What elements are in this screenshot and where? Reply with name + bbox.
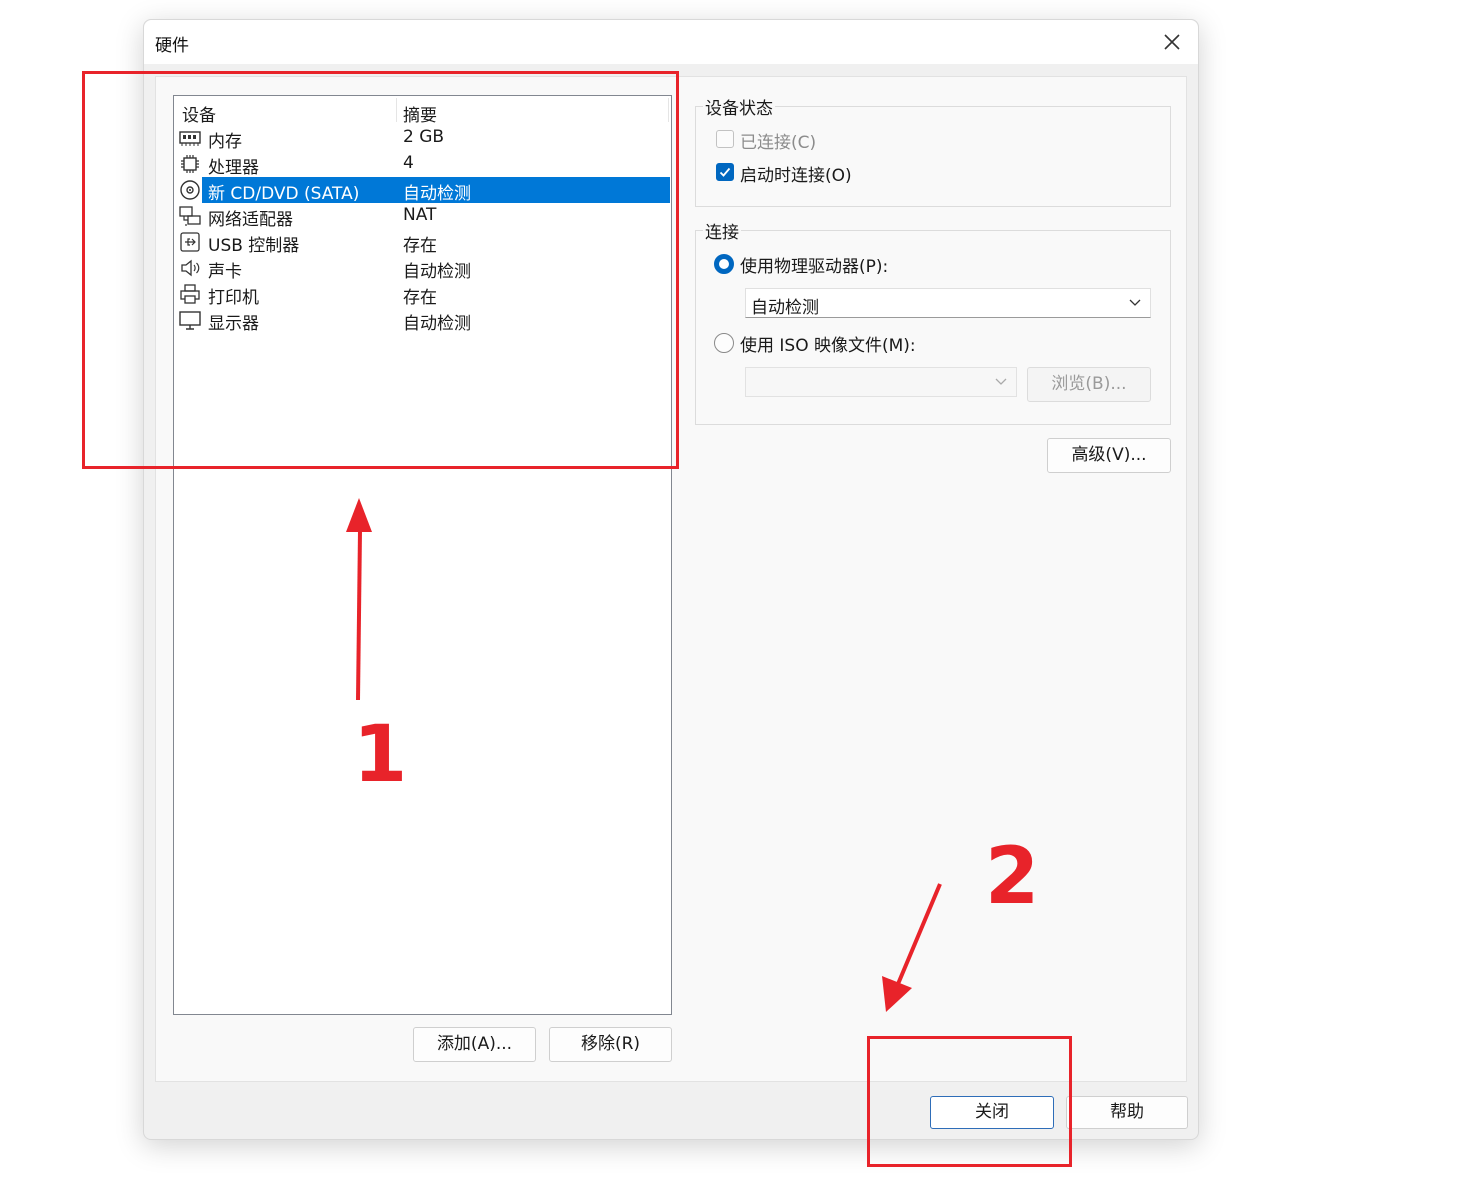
close-icon[interactable] <box>1158 28 1186 56</box>
annotation-box-close-button <box>867 1036 1072 1167</box>
connect-at-power-on-label[interactable]: 启动时连接(O) <box>740 161 852 186</box>
connected-checkbox <box>716 130 734 148</box>
device-status-label: 设备状态 <box>703 94 775 119</box>
checkmark-icon <box>719 167 731 177</box>
physical-drive-select[interactable]: 自动检测 <box>745 288 1151 318</box>
iso-image-radio[interactable] <box>714 333 734 353</box>
chevron-down-icon <box>995 378 1007 385</box>
annotation-arrow-down <box>882 883 942 1012</box>
annotation-number-1: 1 <box>353 710 408 800</box>
connected-label: 已连接(C) <box>740 133 817 153</box>
title-bar: 硬件 <box>144 20 1198 64</box>
physical-drive-value: 自动检测 <box>751 298 819 318</box>
chevron-down-icon <box>1129 299 1141 306</box>
help-button[interactable]: 帮助 <box>1066 1096 1188 1129</box>
add-button[interactable]: 添加(A)... <box>413 1027 536 1062</box>
connect-at-power-on-checkbox[interactable] <box>716 163 734 181</box>
physical-drive-radio[interactable] <box>714 254 734 274</box>
browse-button: 浏览(B)... <box>1027 367 1151 402</box>
device-status-group <box>695 106 1171 207</box>
annotation-arrow-up <box>346 498 372 701</box>
window-title: 硬件 <box>155 36 189 56</box>
iso-image-path-select <box>745 367 1017 397</box>
annotation-number-2: 2 <box>985 832 1040 922</box>
physical-drive-label[interactable]: 使用物理驱动器(P): <box>740 252 888 277</box>
advanced-button[interactable]: 高级(V)... <box>1047 438 1171 473</box>
remove-button[interactable]: 移除(R) <box>549 1027 672 1062</box>
connection-label: 连接 <box>703 218 741 243</box>
annotation-box-device-list <box>82 71 679 469</box>
iso-image-label[interactable]: 使用 ISO 映像文件(M): <box>740 331 916 356</box>
